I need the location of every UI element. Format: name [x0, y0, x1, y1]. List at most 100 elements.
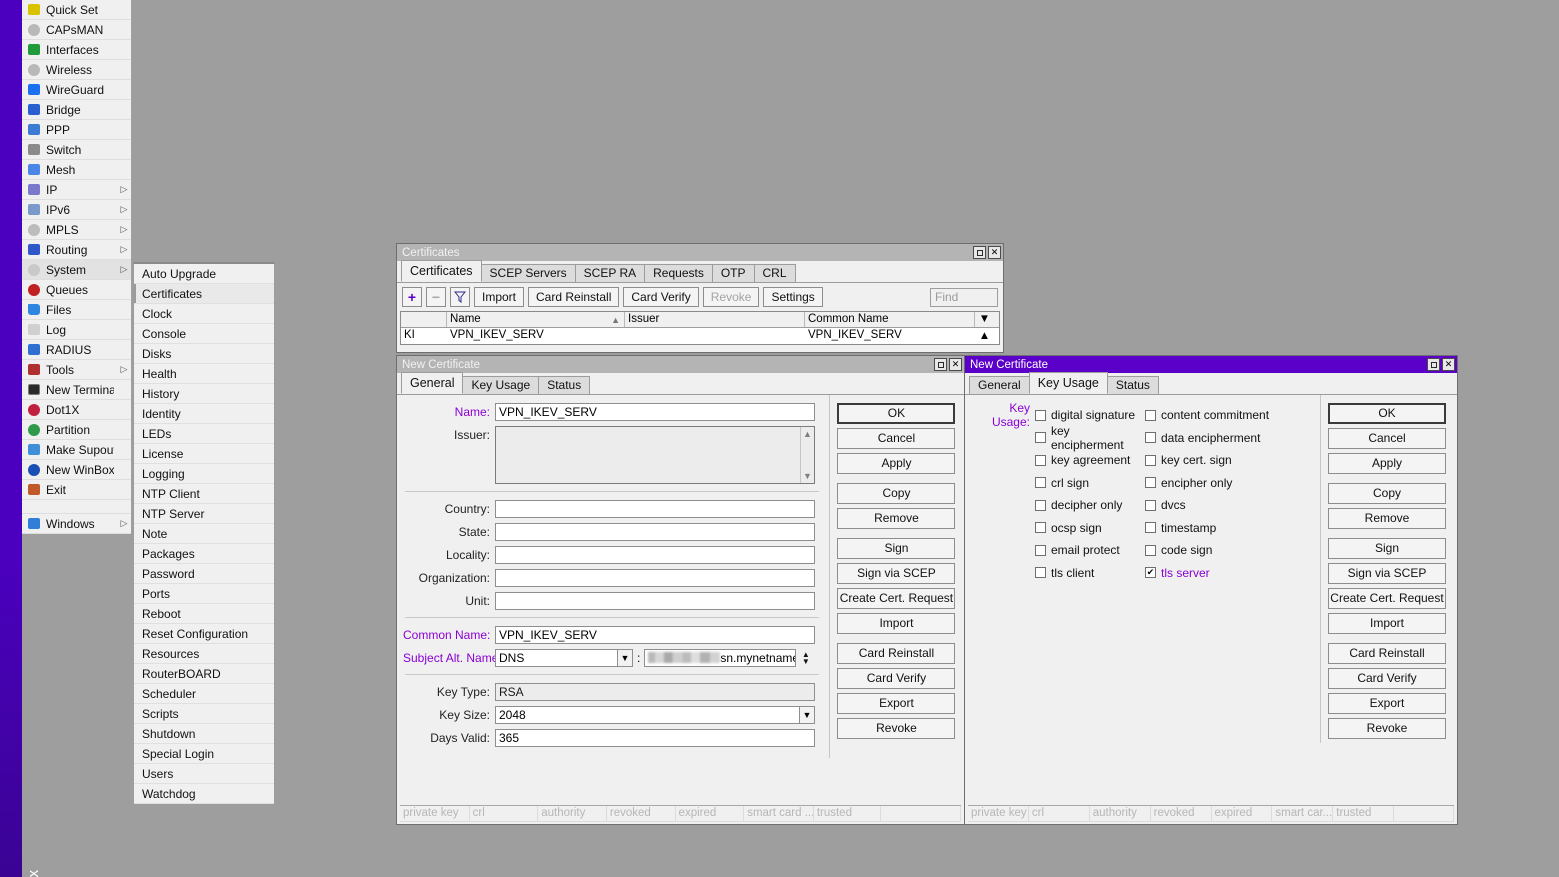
unchecked-checkbox-icon[interactable]: [1035, 409, 1046, 421]
system-submenu-item-scheduler[interactable]: Scheduler: [134, 684, 274, 704]
system-submenu-item-shutdown[interactable]: Shutdown: [134, 724, 274, 744]
system-submenu-item-health[interactable]: Health: [134, 364, 274, 384]
apply-button[interactable]: Apply: [1328, 453, 1446, 474]
menu-item-interfaces[interactable]: Interfaces: [22, 40, 131, 60]
ok-button[interactable]: OK: [1328, 403, 1446, 424]
system-submenu-item-ntp-client[interactable]: NTP Client: [134, 484, 274, 504]
chevron-down-icon[interactable]: ▼: [800, 706, 815, 724]
state-input[interactable]: [495, 523, 815, 541]
menu-item-wireguard[interactable]: WireGuard: [22, 80, 131, 100]
checkbox-tls-server[interactable]: ✔ tls server: [1145, 566, 1210, 580]
checkbox-key-encipherment[interactable]: key encipherment: [1035, 424, 1145, 452]
tab-key-usage[interactable]: Key Usage: [462, 376, 540, 394]
checkbox-decipher-only[interactable]: decipher only: [1035, 498, 1145, 512]
unchecked-checkbox-icon[interactable]: [1145, 409, 1156, 421]
filter-icon[interactable]: [450, 287, 470, 307]
menu-item-system[interactable]: System ▷: [22, 260, 131, 280]
tab-otp[interactable]: OTP: [711, 264, 755, 282]
checkbox-encipher-only[interactable]: encipher only: [1145, 476, 1232, 490]
checkbox-timestamp[interactable]: timestamp: [1145, 521, 1216, 535]
unchecked-checkbox-icon[interactable]: [1145, 432, 1156, 444]
close-icon[interactable]: ✕: [949, 358, 962, 371]
tab-requests[interactable]: Requests: [644, 264, 713, 282]
days-valid-input[interactable]: 365: [495, 729, 815, 747]
copy-button[interactable]: Copy: [837, 483, 956, 504]
newcert-keyusage-titlebar[interactable]: New Certificate ✕: [965, 356, 1457, 373]
system-submenu-item-password[interactable]: Password: [134, 564, 274, 584]
menu-item-tools[interactable]: Tools ▷: [22, 360, 131, 380]
system-submenu-item-routerboard[interactable]: RouterBOARD: [134, 664, 274, 684]
newcert-general-titlebar[interactable]: New Certificate ✕: [397, 356, 964, 373]
close-icon[interactable]: ✕: [1442, 358, 1455, 371]
card-reinstall-button[interactable]: Card Reinstall: [1328, 643, 1446, 664]
remove-button[interactable]: Remove: [1328, 508, 1446, 529]
menu-item-new-winbox[interactable]: New WinBox: [22, 460, 131, 480]
export-button[interactable]: Export: [1328, 693, 1446, 714]
system-submenu-item-reset-configuration[interactable]: Reset Configuration: [134, 624, 274, 644]
tab-status[interactable]: Status: [1106, 376, 1159, 394]
close-icon[interactable]: ✕: [988, 246, 1001, 259]
maximize-icon[interactable]: [934, 358, 947, 371]
system-submenu-item-note[interactable]: Note: [134, 524, 274, 544]
tab-status[interactable]: Status: [538, 376, 591, 394]
revoke-button[interactable]: Revoke: [837, 718, 956, 739]
system-submenu-item-clock[interactable]: Clock: [134, 304, 274, 324]
cancel-button[interactable]: Cancel: [1328, 428, 1446, 449]
checkbox-content-commitment[interactable]: content commitment: [1145, 408, 1269, 422]
chevron-down-icon[interactable]: ▼: [802, 658, 810, 666]
maximize-icon[interactable]: [973, 246, 986, 259]
menu-item-switch[interactable]: Switch: [22, 140, 131, 160]
copy-button[interactable]: Copy: [1328, 483, 1446, 504]
name-input[interactable]: VPN_IKEV_SERV: [495, 403, 815, 421]
add-button[interactable]: +: [402, 287, 422, 307]
tab-general[interactable]: General: [401, 372, 464, 394]
unchecked-checkbox-icon[interactable]: [1145, 499, 1156, 511]
export-button[interactable]: Export: [837, 693, 956, 714]
menu-item-capsman[interactable]: CAPsMAN: [22, 20, 131, 40]
card-verify-button[interactable]: Card Verify: [1328, 668, 1446, 689]
menu-item-ip[interactable]: IP ▷: [22, 180, 131, 200]
checked-checkbox-icon[interactable]: ✔: [1145, 567, 1156, 579]
system-submenu-item-identity[interactable]: Identity: [134, 404, 274, 424]
menu-item-files[interactable]: Files: [22, 300, 131, 320]
unchecked-checkbox-icon[interactable]: [1035, 432, 1046, 444]
unchecked-checkbox-icon[interactable]: [1035, 454, 1046, 466]
unchecked-checkbox-icon[interactable]: [1145, 522, 1156, 534]
menu-item-log[interactable]: Log: [22, 320, 131, 340]
system-submenu-item-reboot[interactable]: Reboot: [134, 604, 274, 624]
tab-scep-servers[interactable]: SCEP Servers: [480, 264, 576, 282]
menu-item-exit[interactable]: Exit: [22, 480, 131, 500]
sant-stepper[interactable]: ▲ ▼: [799, 649, 812, 667]
checkbox-dvcs[interactable]: dvcs: [1145, 498, 1186, 512]
checkbox-email-protect[interactable]: email protect: [1035, 543, 1145, 557]
settings-button[interactable]: Settings: [763, 287, 823, 307]
unchecked-checkbox-icon[interactable]: [1035, 567, 1046, 579]
menu-item-radius[interactable]: RADIUS: [22, 340, 131, 360]
import-button[interactable]: Import: [474, 287, 525, 307]
revoke-button[interactable]: Revoke: [1328, 718, 1446, 739]
unit-input[interactable]: [495, 592, 815, 610]
system-submenu-item-ports[interactable]: Ports: [134, 584, 274, 604]
issuer-scrollbar[interactable]: ▲ ▼: [800, 427, 814, 483]
find-input[interactable]: Find: [930, 287, 998, 307]
unchecked-checkbox-icon[interactable]: [1145, 544, 1156, 556]
system-submenu-item-ntp-server[interactable]: NTP Server: [134, 504, 274, 524]
menu-item-windows[interactable]: Windows ▷: [22, 514, 131, 534]
maximize-icon[interactable]: [1427, 358, 1440, 371]
country-input[interactable]: [495, 500, 815, 518]
sign-via-scep-button[interactable]: Sign via SCEP: [1328, 563, 1446, 584]
create-cert-request-button[interactable]: Create Cert. Request: [1328, 588, 1446, 609]
chevron-down-icon[interactable]: ▼: [803, 471, 812, 481]
card-verify-button[interactable]: Card Verify: [837, 668, 956, 689]
menu-item-ipv6[interactable]: IPv6 ▷: [22, 200, 131, 220]
system-submenu-item-history[interactable]: History: [134, 384, 274, 404]
issuer-textarea[interactable]: ▲ ▼: [495, 426, 815, 484]
chevron-down-icon[interactable]: ▼: [618, 649, 633, 667]
unchecked-checkbox-icon[interactable]: [1035, 544, 1046, 556]
tab-key-usage[interactable]: Key Usage: [1028, 372, 1108, 394]
tab-crl[interactable]: CRL: [753, 264, 796, 282]
sign-button[interactable]: Sign: [837, 538, 956, 559]
system-submenu-item-packages[interactable]: Packages: [134, 544, 274, 564]
apply-button[interactable]: Apply: [837, 453, 956, 474]
chevron-up-icon[interactable]: ▲: [803, 429, 812, 439]
